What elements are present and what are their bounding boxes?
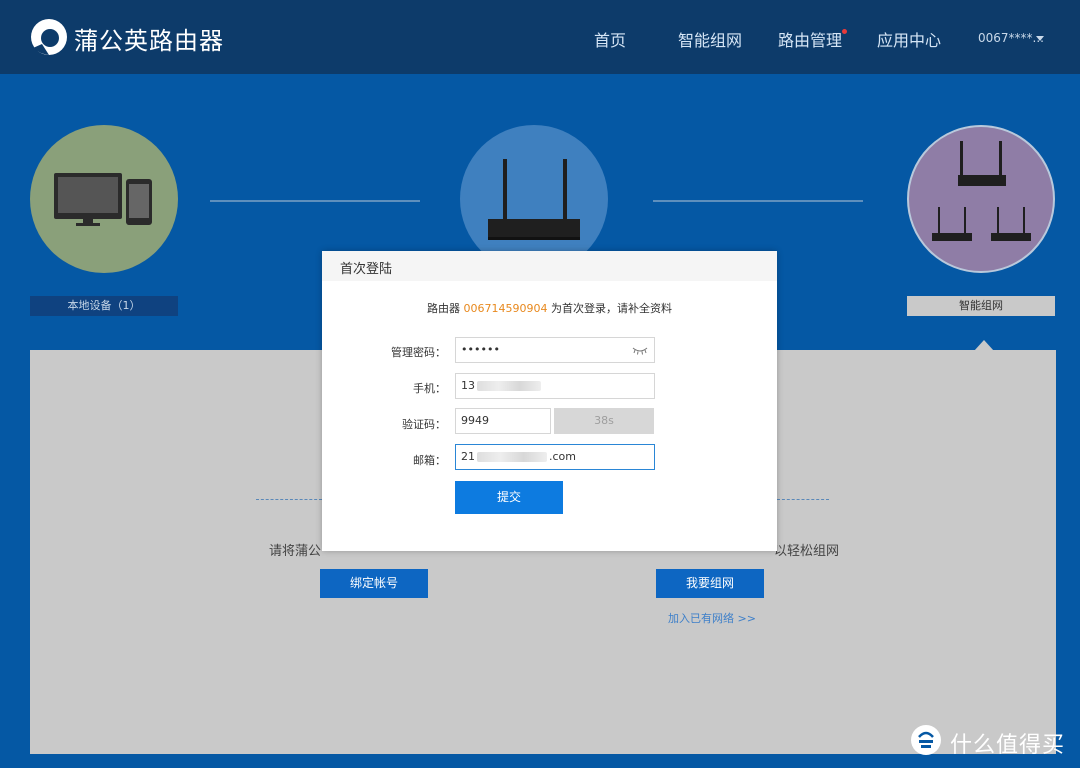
- code-value: 9949: [461, 414, 489, 427]
- router-id: 006714590904: [463, 302, 548, 315]
- account-menu[interactable]: 0067****...: [978, 31, 1044, 45]
- code-label: 验证码：: [402, 418, 446, 431]
- local-devices-circle[interactable]: [30, 125, 178, 273]
- bind-account-button[interactable]: 绑定帐号: [320, 569, 428, 598]
- top-nav-bar: 蒲公英路由器 首页 智能组网 路由管理 应用中心 0067****...: [0, 0, 1080, 74]
- resend-code-button[interactable]: 38s: [554, 408, 654, 434]
- verification-code-field[interactable]: 9949: [455, 408, 551, 434]
- info-prefix: 路由器: [427, 302, 464, 315]
- dialog-info: 路由器 006714590904 为首次登录，请补全资料: [322, 300, 777, 316]
- phone-label: 手机：: [413, 382, 446, 395]
- smart-network-circle[interactable]: [907, 125, 1055, 273]
- dialog-title: 首次登陆: [340, 262, 393, 277]
- password-label: 管理密码：: [391, 346, 446, 359]
- chevron-down-icon[interactable]: [1036, 36, 1044, 41]
- password-value: ••••••: [461, 343, 500, 356]
- dandelion-logo-icon: [31, 19, 67, 55]
- notification-dot: [842, 29, 847, 34]
- info-suffix: 为首次登录，请补全资料: [547, 302, 672, 315]
- first-login-dialog: 首次登陆 路由器 006714590904 为首次登录，请补全资料 管理密码： …: [322, 251, 777, 551]
- computer-tablet-icon: [54, 173, 152, 226]
- create-network-button[interactable]: 我要组网: [656, 569, 764, 598]
- dialog-header: 首次登陆: [322, 251, 777, 281]
- nav-app-center[interactable]: 应用中心: [877, 27, 941, 51]
- nav-home[interactable]: 首页: [594, 27, 626, 51]
- email-suffix: .com: [549, 450, 576, 463]
- nav-router-management[interactable]: 路由管理: [778, 27, 842, 51]
- phone-value: 13: [461, 379, 475, 392]
- redacted-blur: [477, 452, 547, 462]
- bind-instruction-text: 请将蒲公: [269, 544, 322, 559]
- watermark-text: 什么值得买: [950, 733, 1066, 758]
- redacted-blur: [477, 381, 541, 391]
- eye-closed-icon[interactable]: [632, 345, 648, 355]
- divider-line: [777, 499, 829, 500]
- local-devices-label[interactable]: 本地设备（1）: [30, 296, 178, 316]
- submit-button[interactable]: 提交: [455, 481, 563, 514]
- phone-field[interactable]: 13: [455, 373, 655, 399]
- divider-line: [256, 499, 322, 500]
- step-connector-line: [210, 200, 420, 202]
- step-connector-line: [653, 200, 863, 202]
- join-network-link[interactable]: 加入已有网络 >>: [668, 610, 756, 626]
- email-field[interactable]: 21 .com: [455, 444, 655, 470]
- email-prefix: 21: [461, 450, 475, 463]
- email-label: 邮箱：: [413, 454, 446, 467]
- network-instruction-text: 以轻松组网: [774, 544, 840, 559]
- smart-network-label[interactable]: 智能组网: [907, 296, 1055, 316]
- multi-router-icon: [932, 141, 1031, 241]
- nav-smart-network[interactable]: 智能组网: [678, 27, 742, 51]
- password-field[interactable]: ••••••: [455, 337, 655, 363]
- brand-title: 蒲公英路由器: [74, 27, 224, 55]
- watermark-logo-icon: [911, 725, 941, 755]
